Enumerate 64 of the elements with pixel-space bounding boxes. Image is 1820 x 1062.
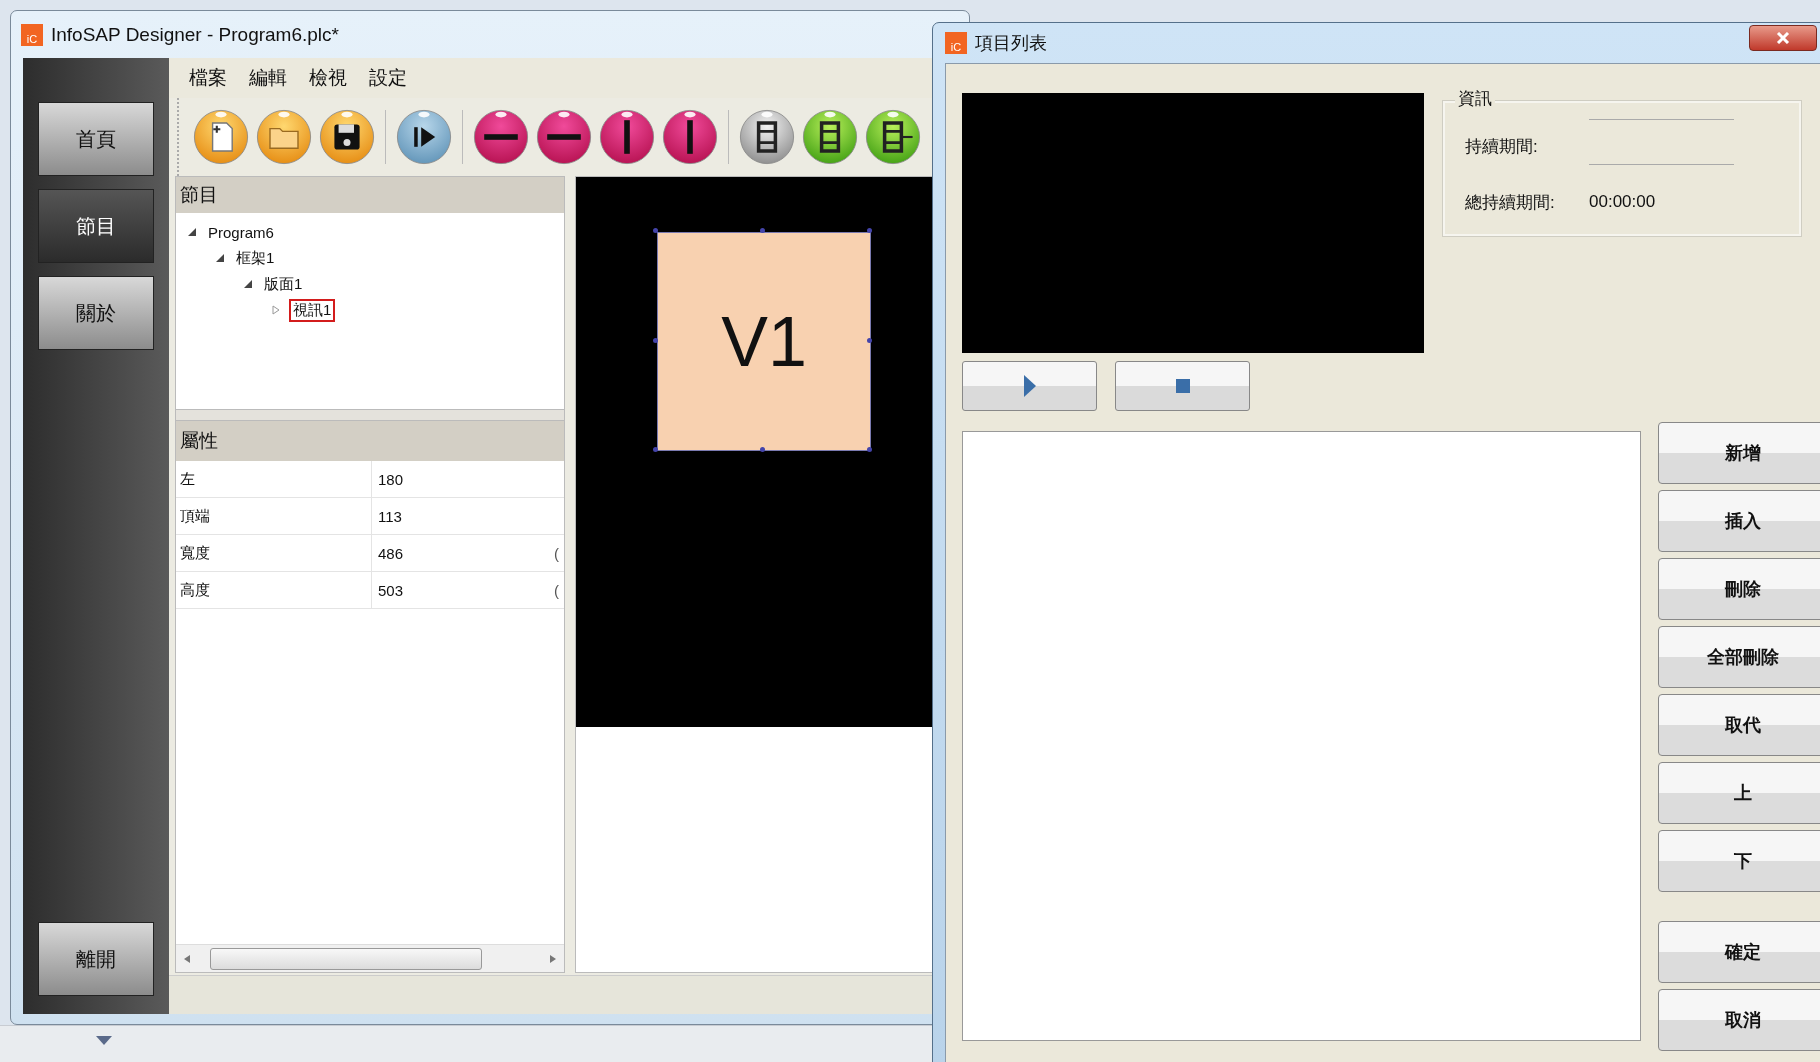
field-label: 持續期間: [1465,135,1539,158]
property-name: 高度 [179,580,211,600]
folder-icon[interactable] [256,109,312,165]
dialog-title: 項目列表 [975,32,1047,55]
action-button[interactable]: 插入 [1658,490,1820,552]
nav-button[interactable]: 關於 [38,276,154,350]
vertical-split-icon[interactable] [599,109,655,165]
field-value: 00:00:00 [1589,191,1657,213]
property-name: 頂端 [179,506,211,526]
tree-item[interactable]: 版面1 [261,273,306,295]
app-logo: iC [21,23,43,46]
menu-item[interactable]: 檢視 [309,65,347,91]
property-name: 左 [179,469,196,489]
tree-item[interactable]: 視訊1 [289,298,336,322]
stop-icon [1175,379,1190,393]
exit-button[interactable]: 離開 [38,922,154,996]
table-cell-text: ( [554,544,560,562]
panel-header: 屬性 [176,421,564,461]
nav-button[interactable]: 首頁 [38,102,154,176]
group-title: 資訊 [1455,87,1495,110]
app-logo: iC [945,32,967,54]
property-value[interactable]: 113 [371,498,554,534]
tree-item[interactable]: 框架1 [233,247,278,269]
panel-header: 節目 [176,177,564,213]
action-button[interactable]: 取代 [1658,694,1820,756]
action-button[interactable]: 下 [1658,830,1820,892]
expanded-arrow-icon[interactable] [216,253,225,263]
menu-item[interactable]: 設定 [369,65,407,91]
horizontal-scrollbar[interactable] [176,944,564,972]
scroll-right-icon[interactable] [550,954,556,963]
dropdown-caret-icon[interactable] [96,1036,112,1045]
film-icon[interactable] [739,109,795,165]
expanded-arrow-icon[interactable] [188,227,197,237]
action-button[interactable]: 刪除 [1658,558,1820,620]
dialog-button[interactable]: 確定 [1658,921,1820,983]
close-button[interactable] [1749,25,1817,51]
tree-item[interactable]: Program6 [205,222,277,242]
film-icon[interactable] [802,109,858,165]
table-cell-text: ( [554,581,560,599]
property-value[interactable]: 503 [371,572,554,608]
horizontal-split-icon[interactable] [536,109,592,165]
new-file-icon[interactable] [193,109,249,165]
nav-button[interactable]: 節目 [38,189,154,263]
expanded-arrow-icon[interactable] [244,279,253,289]
play-icon[interactable] [396,109,452,165]
vertical-split-icon[interactable] [662,109,718,165]
dialog-button[interactable]: 取消 [1658,989,1820,1051]
window-title: InfoSAP Designer - Program6.plc* [51,23,339,46]
horizontal-split-icon[interactable] [473,109,529,165]
property-name: 寬度 [179,543,211,563]
action-button[interactable]: 上 [1658,762,1820,824]
property-value[interactable]: 486 [371,535,554,571]
property-value[interactable]: 180 [371,461,554,497]
menu-item[interactable]: 編輯 [249,65,287,91]
scroll-left-icon[interactable] [184,954,190,963]
action-button[interactable]: 新增 [1658,422,1820,484]
play-icon [1023,375,1036,397]
action-button[interactable]: 全部刪除 [1658,626,1820,688]
play-button[interactable] [962,361,1097,411]
field-label: 總持續期間: [1465,191,1556,214]
save-icon[interactable] [319,109,375,165]
stop-button[interactable] [1115,361,1250,411]
close-icon [1776,32,1790,44]
menu-item[interactable]: 檔案 [189,65,227,91]
